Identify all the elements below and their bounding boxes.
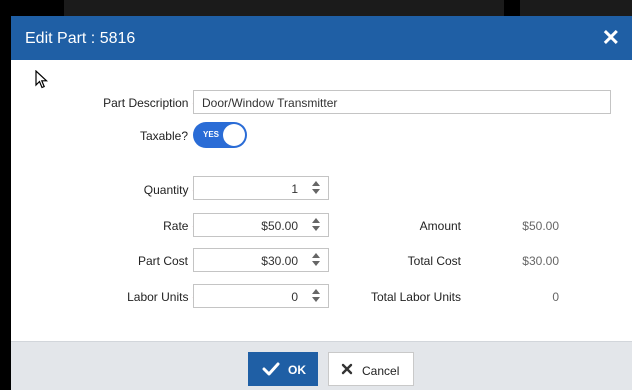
taxable-toggle[interactable]: YES [193, 122, 247, 148]
quantity-value: 1 [291, 182, 298, 196]
total-labor-units-value: 0 [552, 290, 559, 304]
cancel-label: Cancel [362, 364, 400, 378]
part-description-label: Part Description• [103, 96, 196, 110]
taxable-label: Taxable? [139, 129, 188, 143]
cancel-button[interactable]: Cancel [328, 352, 414, 386]
edit-part-dialog: Edit Part : 5816 ✕ Part Description• Doo… [11, 16, 632, 390]
dialog-footer: OK Cancel [11, 341, 632, 390]
total-cost-label: Total Cost [407, 254, 461, 268]
spinner-icon[interactable] [304, 249, 328, 271]
amount-value: $50.00 [522, 219, 559, 233]
background-window-strip [0, 0, 632, 16]
dialog-title-bar: Edit Part : 5816 ✕ [11, 16, 632, 60]
part-cost-value: $30.00 [261, 254, 298, 268]
background-window-bar [520, 0, 632, 16]
quantity-label: Quantity• [144, 183, 196, 197]
total-cost-value: $30.00 [522, 254, 559, 268]
check-icon [262, 362, 280, 376]
part-cost-label: Part Cost [137, 254, 188, 268]
rate-stepper[interactable]: $50.00 [193, 213, 329, 237]
labor-units-stepper[interactable]: 0 [193, 284, 329, 308]
toggle-text: YES [203, 130, 220, 139]
spinner-icon[interactable] [304, 285, 328, 307]
dialog-title: Edit Part : 5816 [25, 30, 136, 47]
labor-units-label: Labor Units• [127, 290, 196, 304]
labor-units-value: 0 [291, 290, 298, 304]
quantity-stepper[interactable]: 1 [193, 176, 329, 200]
amount-label: Amount [419, 219, 461, 233]
ok-button[interactable]: OK [248, 352, 318, 386]
rate-value: $50.00 [261, 219, 298, 233]
ok-label: OK [288, 363, 306, 377]
spinner-icon[interactable] [304, 214, 328, 236]
spinner-icon[interactable] [304, 177, 328, 199]
total-labor-units-label: Total Labor Units [370, 290, 461, 304]
mouse-pointer-icon [35, 70, 49, 89]
background-window-bar [64, 0, 504, 16]
close-icon[interactable]: ✕ [602, 25, 620, 51]
part-description-input[interactable]: Door/Window Transmitter [193, 90, 611, 114]
toggle-knob [223, 124, 245, 146]
rate-label: Rate• [163, 219, 196, 233]
part-cost-stepper[interactable]: $30.00 [193, 248, 329, 272]
close-icon [341, 363, 353, 375]
